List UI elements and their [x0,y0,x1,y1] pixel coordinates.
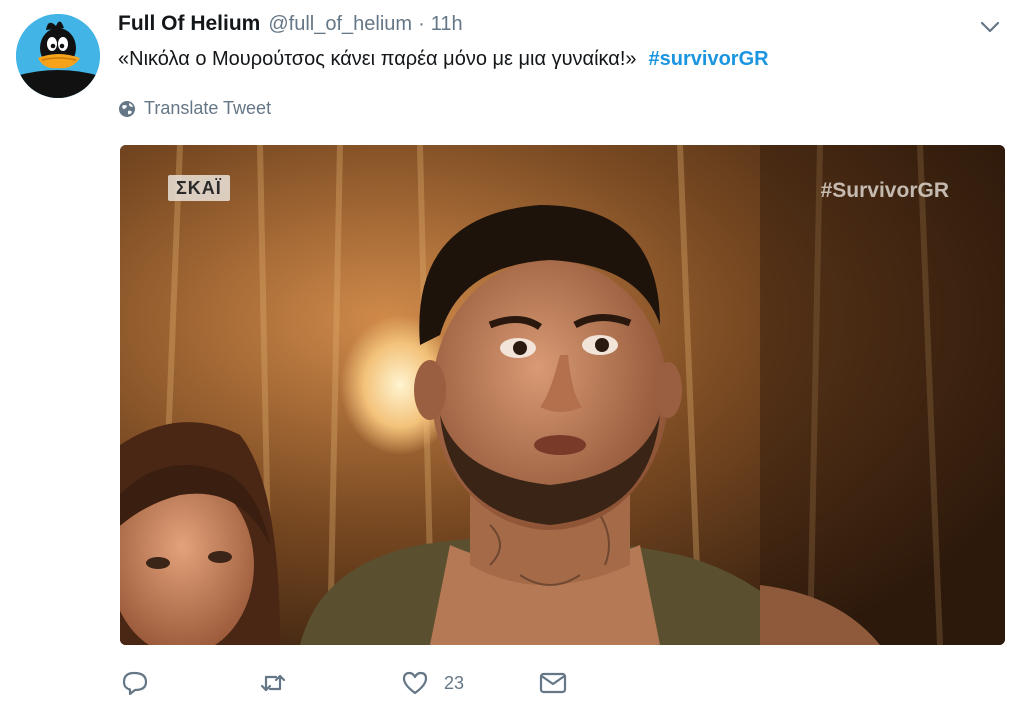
tweet-media-image[interactable]: ΣΚΑΪ #SurvivorGR [120,145,1005,645]
translate-label: Translate Tweet [144,98,272,118]
translate-tweet-link[interactable]: Translate Tweet [118,98,271,119]
tweet-header: Full Of Helium @full_of_helium · 11h [118,12,463,42]
like-button[interactable]: 23 [400,668,464,698]
reply-icon [122,671,148,696]
channel-logo: ΣΚΑΪ [168,175,230,201]
reply-button[interactable] [120,668,150,698]
user-avatar[interactable] [16,14,100,98]
tweet-timestamp[interactable]: 11h [431,13,463,36]
display-name[interactable]: Full Of Helium [118,12,260,36]
tweet-body: «Νικόλα ο Μουρούτσος κάνει παρέα μόνο με… [118,48,637,70]
survivor-contestant-photo [120,145,1005,645]
tweet-actions: 23 [120,668,720,704]
direct-message-button[interactable] [538,668,568,698]
retweet-button[interactable] [258,668,288,698]
show-watermark: #SurvivorGR [820,179,949,202]
daffy-duck-avatar-icon [16,14,100,98]
chevron-down-icon[interactable] [980,20,1000,34]
separator-dot: · [418,13,425,35]
hashtag-link[interactable]: #survivorGR [649,48,769,70]
envelope-icon [539,672,567,694]
heart-icon [402,671,428,695]
globe-icon [119,100,135,117]
tweet-text: «Νικόλα ο Μουρούτσος κάνει παρέα μόνο με… [118,48,769,71]
like-count: 23 [444,672,465,693]
user-handle[interactable]: @full_of_helium [268,13,412,36]
tweet: Full Of Helium @full_of_helium · 11h «Νι… [0,0,1024,709]
retweet-icon [260,674,286,692]
